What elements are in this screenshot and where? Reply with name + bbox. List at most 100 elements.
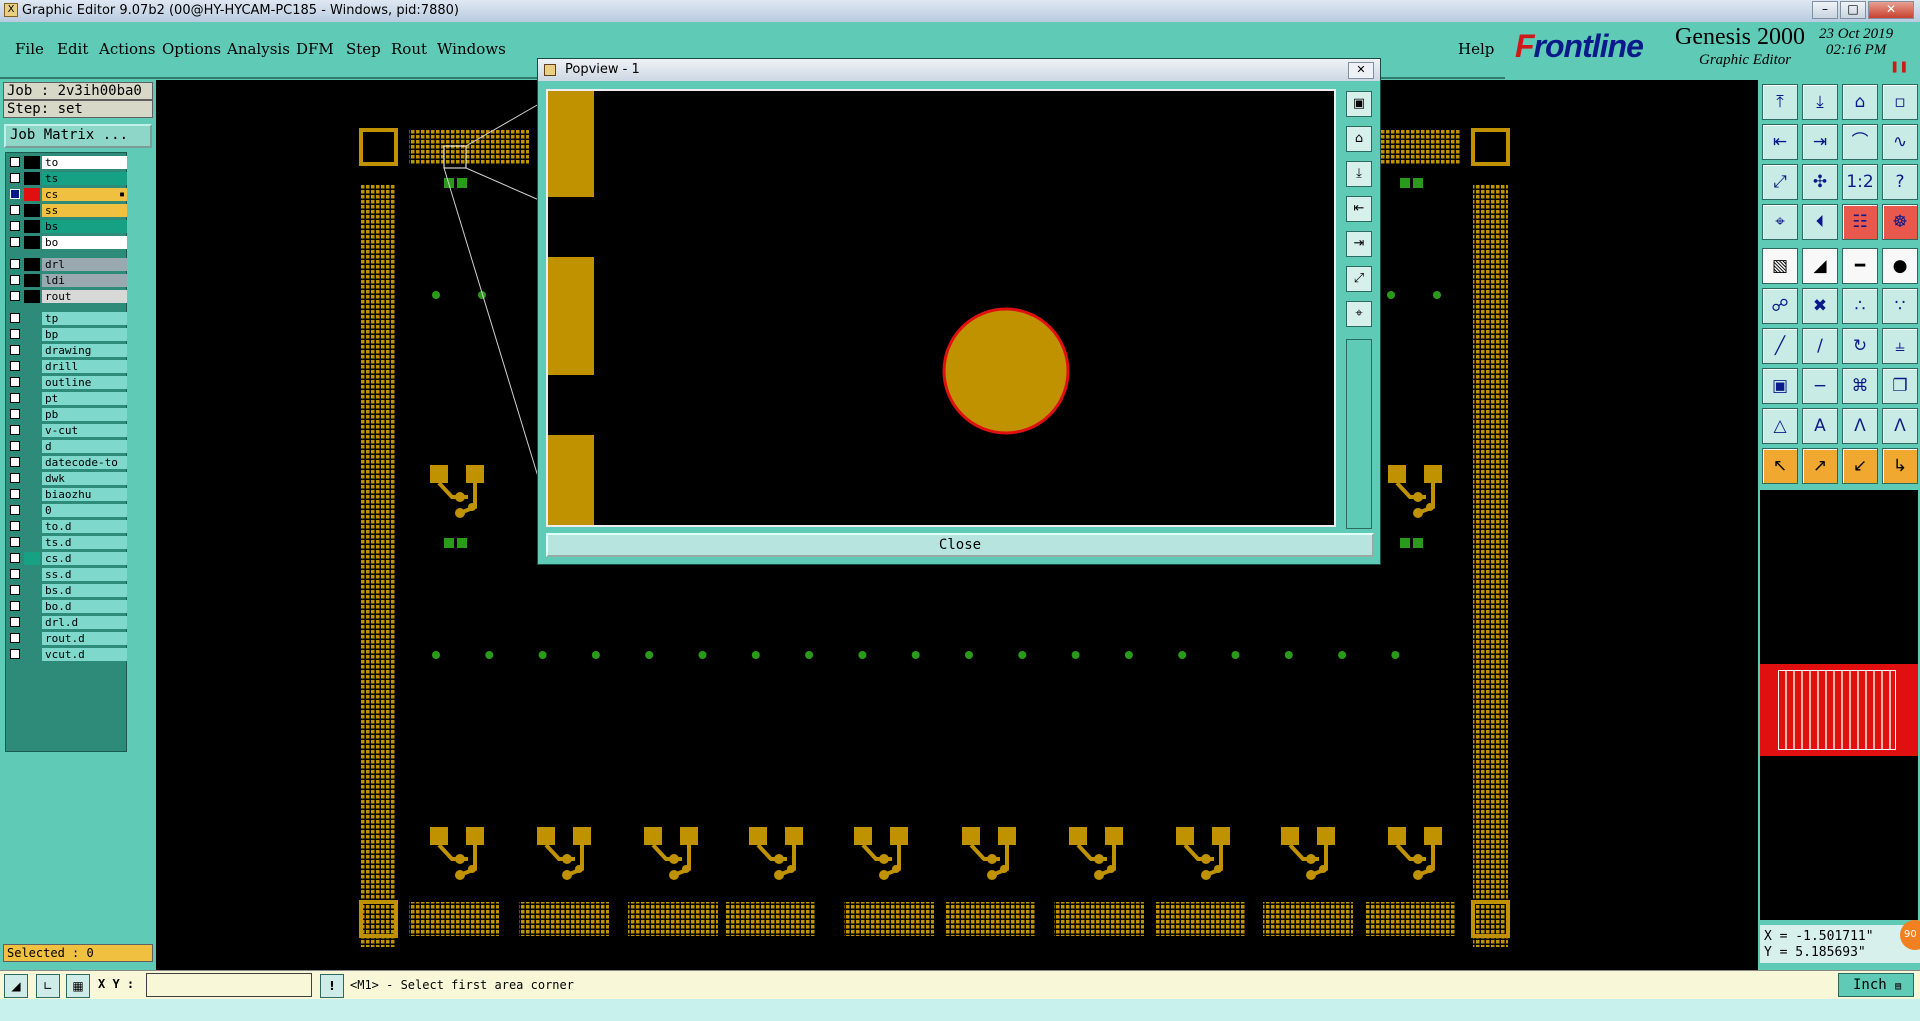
- layer-checkbox[interactable]: [10, 189, 20, 199]
- layer-checkbox[interactable]: [10, 553, 20, 563]
- red-grid2-icon[interactable]: ☸: [1882, 204, 1918, 240]
- layer-row-cs.d[interactable]: cs.d: [6, 551, 127, 566]
- layer-checkbox[interactable]: [10, 291, 20, 301]
- layer-row-to[interactable]: to: [6, 155, 127, 170]
- layer-row-bs[interactable]: bs: [6, 219, 127, 234]
- layer-color-swatch[interactable]: [24, 290, 40, 303]
- layer-color-swatch[interactable]: [24, 648, 40, 661]
- measure-icon[interactable]: ⏴: [1802, 204, 1838, 240]
- layer-checkbox[interactable]: [10, 157, 20, 167]
- snap-icon[interactable]: ⌖: [1762, 204, 1798, 240]
- layer-color-swatch[interactable]: [24, 424, 40, 437]
- arc-icon[interactable]: ⌒: [1842, 124, 1878, 160]
- pointer-icon[interactable]: ↖: [1762, 448, 1798, 484]
- layer-row-bs.d[interactable]: bs.d: [6, 583, 127, 598]
- layer-color-swatch[interactable]: [24, 568, 40, 581]
- popview-close-icon[interactable]: ✕: [1348, 62, 1374, 79]
- node-icon[interactable]: ☍: [1762, 288, 1798, 324]
- layer-color-swatch[interactable]: [24, 258, 40, 271]
- layer-checkbox[interactable]: [10, 329, 20, 339]
- layer-checkbox[interactable]: [10, 457, 20, 467]
- layer-row-ss[interactable]: ss: [6, 203, 127, 218]
- menu-file[interactable]: File: [15, 40, 44, 58]
- layer-row-rout.d[interactable]: rout.d: [6, 631, 127, 646]
- layer-checkbox[interactable]: [10, 649, 20, 659]
- layer-color-swatch[interactable]: [24, 536, 40, 549]
- layer-row-bp[interactable]: bp: [6, 327, 127, 342]
- menu-windows[interactable]: Windows: [437, 40, 506, 58]
- layer-name[interactable]: datecode-to: [42, 456, 127, 469]
- layer-row-v-cut[interactable]: v-cut: [6, 423, 127, 438]
- layer-color-swatch[interactable]: [24, 600, 40, 613]
- menu-step[interactable]: Step: [346, 40, 381, 58]
- layer-name[interactable]: drill: [42, 360, 127, 373]
- layer-color-swatch[interactable]: [24, 236, 40, 249]
- layer-row-0[interactable]: 0: [6, 503, 127, 518]
- layer-checkbox[interactable]: [10, 221, 20, 231]
- layer-color-swatch[interactable]: [24, 520, 40, 533]
- layer-checkbox[interactable]: [10, 585, 20, 595]
- layer-color-swatch[interactable]: [24, 456, 40, 469]
- layer-row-to.d[interactable]: to.d: [6, 519, 127, 534]
- layer-color-swatch[interactable]: [24, 376, 40, 389]
- layer-color-swatch[interactable]: [24, 172, 40, 185]
- layer-name[interactable]: d: [42, 440, 127, 453]
- layer-row-pb[interactable]: pb: [6, 407, 127, 422]
- menu-options[interactable]: Options: [162, 40, 221, 58]
- layer-name[interactable]: dwk: [42, 472, 127, 485]
- xy-input[interactable]: [146, 973, 312, 997]
- layer-checkbox[interactable]: [10, 569, 20, 579]
- layer-color-swatch[interactable]: [24, 440, 40, 453]
- layer-row-cs[interactable]: cs ▪: [6, 187, 127, 202]
- minimize-icon[interactable]: –: [1812, 1, 1838, 19]
- pad-icon[interactable]: ●: [1882, 248, 1918, 284]
- layer-color-swatch[interactable]: [24, 328, 40, 341]
- layer-checkbox[interactable]: [10, 393, 20, 403]
- move-pad-icon[interactable]: ▣: [1762, 368, 1798, 404]
- layer-name[interactable]: vcut.d: [42, 648, 127, 661]
- layer-row-bo.d[interactable]: bo.d: [6, 599, 127, 614]
- split-icon[interactable]: ⫨: [1882, 328, 1918, 364]
- layer-color-swatch[interactable]: [24, 344, 40, 357]
- layer-name[interactable]: bo.d: [42, 600, 127, 613]
- s-curve-icon[interactable]: ∿: [1882, 124, 1918, 160]
- layer-checkbox[interactable]: [10, 601, 20, 611]
- one-to-one-icon[interactable]: 1:2: [1842, 164, 1878, 200]
- layer-name[interactable]: drl.d: [42, 616, 127, 629]
- snap-icon[interactable]: ⌖: [1346, 301, 1372, 327]
- layer-name[interactable]: outline: [42, 376, 127, 389]
- rotate-icon[interactable]: ↻: [1842, 328, 1878, 364]
- layer-row-d[interactable]: d: [6, 439, 127, 454]
- layer-checkbox[interactable]: [10, 345, 20, 355]
- copy-icon[interactable]: ❐: [1882, 368, 1918, 404]
- layer-row-ts[interactable]: ts: [6, 171, 127, 186]
- pointer3-icon[interactable]: ↙: [1842, 448, 1878, 484]
- layer-color-swatch[interactable]: [24, 204, 40, 217]
- layer-name[interactable]: cs.d: [42, 552, 127, 565]
- layer-row-rout[interactable]: rout: [6, 289, 127, 304]
- popview-close-button[interactable]: Close: [546, 533, 1374, 557]
- layer-row-drill[interactable]: drill: [6, 359, 127, 374]
- house-icon[interactable]: ⌂: [1842, 84, 1878, 120]
- line-icon[interactable]: ╱: [1762, 328, 1798, 364]
- layer-color-swatch[interactable]: [24, 552, 40, 565]
- a-icon[interactable]: A: [1802, 408, 1838, 444]
- layer-color-swatch[interactable]: [24, 504, 40, 517]
- layer-name[interactable]: ss: [42, 204, 127, 217]
- zoom-area-icon[interactable]: ⤢: [1346, 266, 1372, 292]
- menu-actions[interactable]: Actions: [99, 40, 155, 58]
- layer-name[interactable]: ss.d: [42, 568, 127, 581]
- layer-color-swatch[interactable]: [24, 584, 40, 597]
- red-grid-icon[interactable]: ☷: [1842, 204, 1878, 240]
- view-mode-icon[interactable]: ◢: [4, 974, 28, 998]
- layer-checkbox[interactable]: [10, 617, 20, 627]
- navigator-thumbnail[interactable]: [1760, 664, 1918, 756]
- layer-checkbox[interactable]: [10, 259, 20, 269]
- fit-icon[interactable]: ⤢: [1762, 164, 1798, 200]
- layer-row-outline[interactable]: outline: [6, 375, 127, 390]
- pan-right-icon[interactable]: ⇥: [1802, 124, 1838, 160]
- home-up-icon[interactable]: ⤒: [1762, 84, 1798, 120]
- layer-checkbox[interactable]: [10, 537, 20, 547]
- connect-icon[interactable]: ∴: [1842, 288, 1878, 324]
- fit-icon[interactable]: ▣: [1346, 91, 1372, 117]
